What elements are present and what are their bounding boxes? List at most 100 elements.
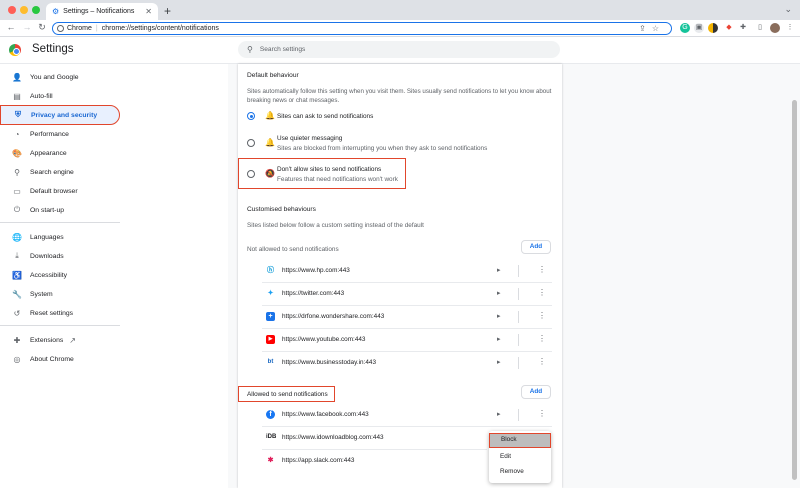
browser-tab[interactable]: ⚙ Settings – Notifications ✕ [46, 3, 158, 20]
half-circle-extension-icon[interactable] [708, 23, 718, 33]
sidebar-item-extensions[interactable]: ✚ Extensions ↗ [0, 330, 120, 350]
close-window-button[interactable] [8, 6, 16, 14]
not-allowed-heading: Not allowed to send notifications [247, 246, 339, 253]
slack-favicon-icon: ✱ [267, 457, 274, 464]
side-panel-icon[interactable]: ▯ [755, 23, 765, 33]
sidebar-item-about-chrome[interactable]: ◎ About Chrome [0, 349, 120, 369]
sidebar-item-appearance[interactable]: 🎨 Appearance [0, 143, 120, 163]
blocked-site-row[interactable]: ✦ https://twitter.com:443 ▸ ⋮ [262, 284, 552, 304]
page-scrollbar[interactable] [792, 100, 797, 480]
palette-icon: 🎨 [12, 148, 22, 158]
more-actions-icon[interactable]: ⋮ [538, 288, 546, 297]
more-actions-icon[interactable]: ⋮ [538, 409, 546, 418]
sidebar-item-label: Privacy and security [31, 111, 98, 119]
chevron-right-icon[interactable]: ▸ [497, 335, 501, 343]
address-bar[interactable]: Chrome | chrome://settings/content/notif… [52, 22, 672, 35]
more-actions-icon[interactable]: ⋮ [538, 357, 546, 366]
forward-button[interactable]: → [21, 22, 33, 32]
puzzle-extensions-icon[interactable]: ✚ [738, 23, 748, 33]
more-actions-icon[interactable]: ⋮ [538, 265, 546, 274]
tab-title: Settings – Notifications [63, 8, 135, 15]
idownloadblog-favicon-icon: iDB [266, 434, 277, 440]
tab-close-icon[interactable]: ✕ [145, 7, 152, 16]
sidebar-item-reset-settings[interactable]: ↺ Reset settings [0, 303, 120, 323]
sidebar-item-label: Reset settings [30, 309, 74, 317]
sidebar-item-label: Performance [30, 130, 69, 138]
sidebar-item-languages[interactable]: 🌐 Languages [0, 227, 120, 247]
sidebar-item-label: You and Google [30, 73, 79, 81]
menu-item-remove[interactable]: Remove [489, 464, 551, 479]
reset-icon: ↺ [13, 308, 21, 318]
allowed-site-row[interactable]: f https://www.facebook.com:443 ▸ ⋮ [262, 405, 552, 425]
chevron-right-icon[interactable]: ▸ [497, 289, 501, 297]
chevron-right-icon[interactable]: ▸ [497, 312, 501, 320]
sidebar-item-label: Auto-fill [30, 92, 53, 100]
option-quieter-messaging-sub: Sites are blocked from interrupting you … [277, 145, 488, 152]
sidebar-divider [0, 325, 120, 326]
blocked-site-row[interactable]: ⓗ https://www.hp.com:443 ▸ ⋮ [262, 261, 552, 281]
bell-icon: 🔔 [265, 138, 275, 147]
red-extension-icon[interactable]: ◆ [724, 23, 734, 33]
tab-search-chevron-icon[interactable]: ⌄ [784, 4, 792, 15]
sidebar-item-privacy-and-security[interactable]: ⛨ Privacy and security [0, 105, 120, 125]
businesstoday-favicon-icon: bt [267, 359, 274, 365]
add-blocked-site-button[interactable]: Add [521, 240, 551, 254]
chevron-right-icon[interactable]: ▸ [497, 410, 501, 418]
sidebar-item-label: Languages [30, 233, 64, 241]
share-bookmark-icons[interactable]: ⇪☆ [639, 24, 665, 33]
browser-menu-icon[interactable]: ⋮ [785, 23, 795, 33]
radio-sites-can-ask[interactable] [247, 112, 255, 120]
search-icon: ⚲ [14, 167, 20, 177]
minimize-window-button[interactable] [20, 6, 28, 14]
site-url: https://twitter.com:443 [282, 290, 345, 297]
sidebar-item-on-start-up[interactable]: ⏻ On start-up [0, 200, 120, 220]
menu-item-edit[interactable]: Edit [489, 449, 551, 464]
blocked-site-row[interactable]: + https://drfone.wondershare.com:443 ▸ ⋮ [262, 307, 552, 327]
search-settings-input[interactable]: ⚲ Search settings [238, 41, 560, 58]
clipboard-icon: ▤ [13, 91, 21, 101]
reload-button[interactable]: ↻ [36, 22, 48, 33]
site-url: https://www.hp.com:443 [282, 267, 350, 274]
grammarly-extension-icon[interactable]: G [680, 23, 690, 33]
sidebar-item-downloads[interactable]: ⤓ Downloads [0, 246, 120, 266]
add-allowed-site-button[interactable]: Add [521, 385, 551, 399]
bell-icon: 🔔 [265, 111, 275, 120]
option-quieter-messaging-label: Use quieter messaging [277, 135, 343, 142]
default-behaviour-heading: Default behaviour [247, 72, 299, 79]
radio-quieter-messaging[interactable] [247, 139, 255, 147]
sidebar-item-auto-fill[interactable]: ▤ Auto-fill [0, 86, 120, 106]
extension-icon[interactable]: ▣ [694, 23, 704, 33]
drfone-favicon-icon: + [266, 312, 275, 321]
row-divider [518, 334, 519, 346]
row-separator [262, 351, 552, 352]
back-button[interactable]: ← [5, 22, 17, 32]
youtube-favicon-icon: ▶ [266, 335, 275, 344]
chevron-right-icon[interactable]: ▸ [497, 266, 501, 274]
sidebar-item-performance[interactable]: ◔ Performance [0, 124, 120, 144]
site-info-icon[interactable] [57, 25, 64, 32]
settings-gear-icon: ⚙ [52, 7, 60, 16]
row-divider [518, 409, 519, 421]
blocked-site-row[interactable]: bt https://www.businesstoday.in:443 ▸ ⋮ [262, 353, 552, 373]
menu-item-block[interactable]: Block [489, 433, 551, 448]
accessibility-icon: ♿ [12, 270, 22, 280]
profile-avatar[interactable] [770, 23, 780, 33]
sidebar-item-search-engine[interactable]: ⚲ Search engine [0, 162, 120, 182]
more-actions-icon[interactable]: ⋮ [538, 334, 546, 343]
chevron-right-icon[interactable]: ▸ [497, 358, 501, 366]
sidebar-item-default-browser[interactable]: ▭ Default browser [0, 181, 120, 201]
power-icon: ⏻ [13, 205, 21, 214]
dont-allow-option-highlight [238, 158, 406, 189]
sidebar-item-accessibility[interactable]: ♿ Accessibility [0, 265, 120, 285]
customised-behaviours-heading: Customised behaviours [247, 206, 316, 213]
shield-icon: ⛨ [15, 110, 21, 119]
site-url: https://www.idownloadblog.com:443 [282, 434, 384, 441]
site-url: https://www.businesstoday.in:443 [282, 359, 377, 366]
sidebar-item-you-and-google[interactable]: 👤 You and Google [0, 67, 120, 87]
new-tab-button[interactable]: + [164, 4, 171, 18]
sidebar-item-system[interactable]: 🔧 System [0, 284, 120, 304]
radio-dont-allow[interactable] [247, 170, 255, 178]
blocked-site-row[interactable]: ▶ https://www.youtube.com:443 ▸ ⋮ [262, 330, 552, 350]
more-actions-icon[interactable]: ⋮ [538, 311, 546, 320]
maximize-window-button[interactable] [32, 6, 40, 14]
